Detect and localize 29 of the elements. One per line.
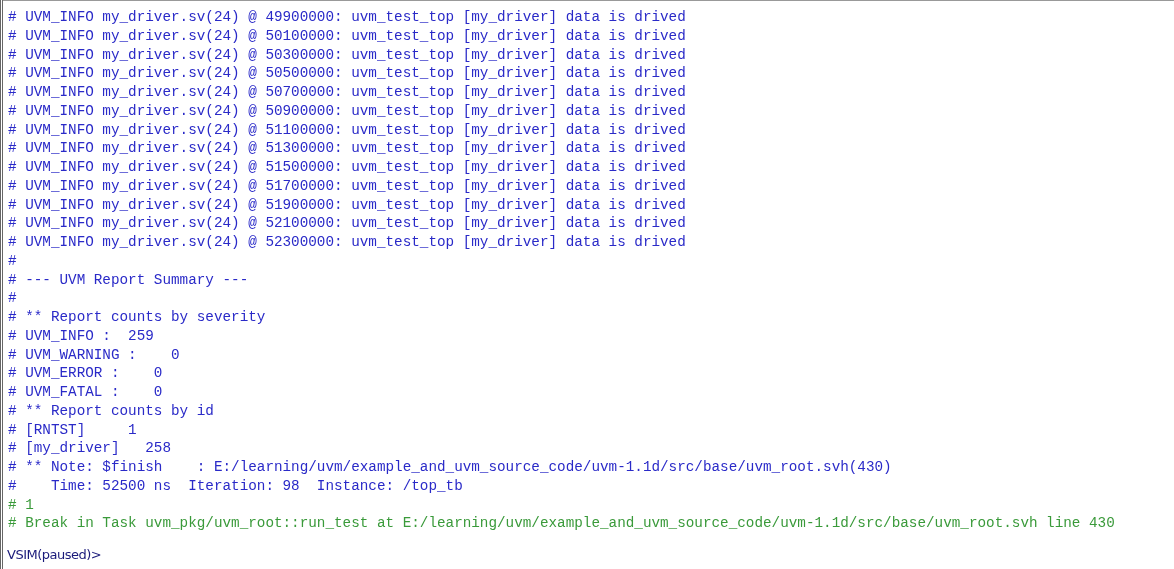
transcript-line: # UVM_WARNING : 0 <box>8 345 180 365</box>
transcript-line: # UVM_INFO my_driver.sv(24) @ 52300000: uvm_test_top [my_driver] data is drived <box>8 233 686 252</box>
transcript-line: # ** Note: $finish : E:/learning/uvm/example_and_uvm_source_code/uvm-1.1d/src/base/uvm_root.svh(430) <box>8 458 892 477</box>
transcript-line: # UVM_INFO my_driver.sv(24) @ 51900000: uvm_test_top [my_driver] data is drived <box>8 195 686 215</box>
transcript-line: # <box>8 289 17 308</box>
transcript-line: # UVM_INFO my_driver.sv(24) @ 50300000: uvm_test_top [my_driver] data is drived <box>8 45 686 65</box>
transcript-line: # --- UVM Report Summary --- <box>8 270 249 290</box>
transcript-line: # UVM_INFO my_driver.sv(24) @ 50700000: uvm_test_top [my_driver] data is drived <box>8 83 686 102</box>
transcript-line: # UVM_INFO my_driver.sv(24) @ 49900000: uvm_test_top [my_driver] data is drived <box>8 8 686 27</box>
transcript-line: # ** Report counts by severity <box>8 308 266 327</box>
transcript-line: # UVM_INFO my_driver.sv(24) @ 50100000: uvm_test_top [my_driver] data is drived <box>8 26 686 46</box>
transcript-line: # UVM_INFO my_driver.sv(24) @ 50900000: uvm_test_top [my_driver] data is drived <box>8 101 686 121</box>
transcript-line: # UVM_INFO my_driver.sv(24) @ 51700000: uvm_test_top [my_driver] data is drived <box>8 176 686 196</box>
transcript-line: # UVM_INFO my_driver.sv(24) @ 51300000: uvm_test_top [my_driver] data is drived <box>8 139 686 158</box>
transcript-line: # UVM_FATAL : 0 <box>8 383 163 402</box>
command-prompt[interactable]: VSIM(paused)> <box>3 546 102 564</box>
transcript-line: # UVM_INFO my_driver.sv(24) @ 51100000: uvm_test_top [my_driver] data is drived <box>8 120 686 140</box>
transcript-line: # [my_driver] 258 <box>8 439 171 458</box>
transcript-line: # Time: 52500 ns Iteration: 98 Instance: /top_tb <box>8 476 463 496</box>
transcript-line: # UVM_INFO my_driver.sv(24) @ 51500000: uvm_test_top [my_driver] data is drived <box>8 158 686 177</box>
transcript-line: # <box>8 251 17 271</box>
transcript-line: # Break in Task uvm_pkg/uvm_root::run_test at E:/learning/uvm/example_and_uvm_source_code/uvm-1.1d/src/base/uvm_root.svh line 430 <box>8 514 1115 533</box>
transcript-line: # UVM_INFO : 259 <box>8 326 154 346</box>
transcript-line: # UVM_INFO my_driver.sv(24) @ 50500000: uvm_test_top [my_driver] data is drived <box>8 64 686 83</box>
transcript-line: # UVM_ERROR : 0 <box>8 364 163 383</box>
transcript-line: # ** Report counts by id <box>8 401 214 421</box>
transcript-line: # [RNTST] 1 <box>8 420 137 440</box>
transcript-line: # UVM_INFO my_driver.sv(24) @ 52100000: uvm_test_top [my_driver] data is drived <box>8 214 686 233</box>
transcript-line: # 1 <box>8 495 34 515</box>
